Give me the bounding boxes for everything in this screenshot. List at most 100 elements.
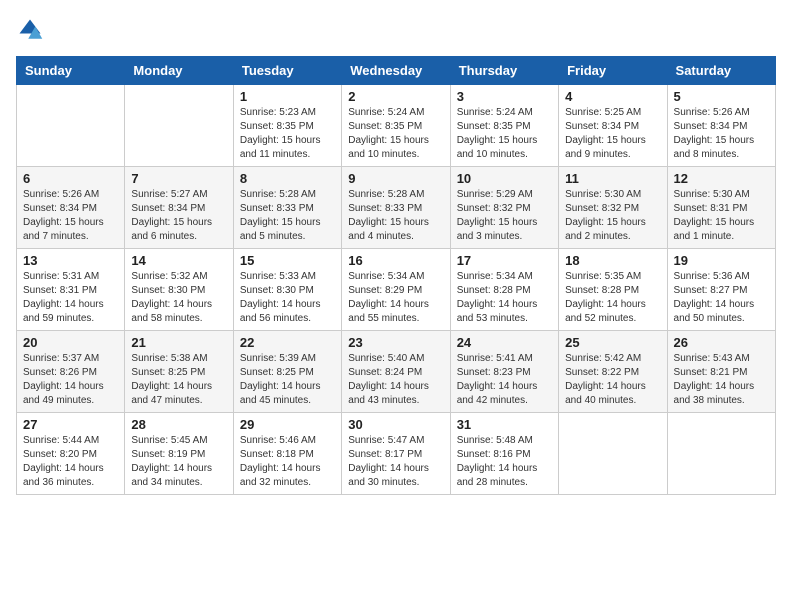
day-number: 26: [674, 335, 769, 350]
calendar-cell: 24Sunrise: 5:41 AMSunset: 8:23 PMDayligh…: [450, 331, 558, 413]
day-number: 13: [23, 253, 118, 268]
day-number: 2: [348, 89, 443, 104]
calendar-cell: 14 Sunrise: 5:32 AMSunset: 8:30 PMDayligh…: [125, 249, 233, 331]
day-number: 12: [674, 171, 769, 186]
day-number: 15: [240, 253, 335, 268]
day-info: Sunrise: 5:48 AMSunset: 8:16 PMDaylight:…: [457, 434, 552, 490]
page-header: [16, 16, 776, 44]
day-number: 25: [565, 335, 660, 350]
day-info: Sunrise: 5:42 AMSunset: 8:22 PMDaylight:…: [565, 352, 660, 408]
calendar-cell: 7 Sunrise: 5:27 AMSunset: 8:34 PMDaylight…: [125, 167, 233, 249]
calendar-cell: 20 Sunrise: 5:37 AMSunset: 8:26 PMDayligh…: [17, 331, 125, 413]
day-info: Sunrise: 5:25 AMSunset: 8:34 PMDaylight:…: [565, 106, 660, 162]
day-info: Sunrise: 5:36 AMSunset: 8:27 PMDaylight:…: [674, 270, 769, 326]
calendar-cell: 13 Sunrise: 5:31 AMSunset: 8:31 PMDayligh…: [17, 249, 125, 331]
day-number: 28: [131, 417, 226, 432]
day-info: Sunrise: 5:34 AMSunset: 8:28 PMDaylight:…: [457, 270, 552, 326]
calendar-cell: 2Sunrise: 5:24 AMSunset: 8:35 PMDaylight…: [342, 85, 450, 167]
calendar-cell: 18 Sunrise: 5:35 AMSunset: 8:28 PMDayligh…: [559, 249, 667, 331]
day-number: 18: [565, 253, 660, 268]
calendar-cell: 11 Sunrise: 5:30 AMSunset: 8:32 PMDayligh…: [559, 167, 667, 249]
day-info: Sunrise: 5:28 AMSunset: 8:33 PMDaylight:…: [240, 188, 335, 244]
day-info: Sunrise: 5:46 AMSunset: 8:18 PMDaylight:…: [240, 434, 335, 490]
day-info: Sunrise: 5:47 AMSunset: 8:17 PMDaylight:…: [348, 434, 443, 490]
calendar-cell: 3 Sunrise: 5:24 AMSunset: 8:35 PMDaylight…: [450, 85, 558, 167]
day-number: 1: [240, 89, 335, 104]
day-info: Sunrise: 5:33 AMSunset: 8:30 PMDaylight:…: [240, 270, 335, 326]
calendar-cell: 23 Sunrise: 5:40 AMSunset: 8:24 PMDayligh…: [342, 331, 450, 413]
day-number: 21: [131, 335, 226, 350]
calendar-week-row: 6 Sunrise: 5:26 AMSunset: 8:34 PMDaylight…: [17, 167, 776, 249]
day-number: 9: [348, 171, 443, 186]
day-number: 10: [457, 171, 552, 186]
day-info: Sunrise: 5:29 AMSunset: 8:32 PMDaylight:…: [457, 188, 552, 244]
day-info: Sunrise: 5:26 AMSunset: 8:34 PMDaylight:…: [674, 106, 769, 162]
day-number: 20: [23, 335, 118, 350]
day-info: Sunrise: 5:37 AMSunset: 8:26 PMDaylight:…: [23, 352, 118, 408]
calendar-cell: 25 Sunrise: 5:42 AMSunset: 8:22 PMDayligh…: [559, 331, 667, 413]
day-info: Sunrise: 5:38 AMSunset: 8:25 PMDaylight:…: [131, 352, 226, 408]
day-info: Sunrise: 5:30 AMSunset: 8:31 PMDaylight:…: [674, 188, 769, 244]
day-number: 30: [348, 417, 443, 432]
day-info: Sunrise: 5:45 AMSunset: 8:19 PMDaylight:…: [131, 434, 226, 490]
calendar-weekday-thursday: Thursday: [450, 57, 558, 85]
day-info: Sunrise: 5:40 AMSunset: 8:24 PMDaylight:…: [348, 352, 443, 408]
day-info: Sunrise: 5:23 AMSunset: 8:35 PMDaylight:…: [240, 106, 335, 162]
calendar-weekday-sunday: Sunday: [17, 57, 125, 85]
calendar-cell: 15 Sunrise: 5:33 AMSunset: 8:30 PMDayligh…: [233, 249, 341, 331]
day-info: Sunrise: 5:30 AMSunset: 8:32 PMDaylight:…: [565, 188, 660, 244]
calendar-cell: 4Sunrise: 5:25 AMSunset: 8:34 PMDaylight…: [559, 85, 667, 167]
day-number: 22: [240, 335, 335, 350]
calendar-cell: 30 Sunrise: 5:47 AMSunset: 8:17 PMDayligh…: [342, 413, 450, 495]
day-info: Sunrise: 5:26 AMSunset: 8:34 PMDaylight:…: [23, 188, 118, 244]
day-info: Sunrise: 5:27 AMSunset: 8:34 PMDaylight:…: [131, 188, 226, 244]
day-info: Sunrise: 5:43 AMSunset: 8:21 PMDaylight:…: [674, 352, 769, 408]
calendar-cell: [17, 85, 125, 167]
calendar-week-row: 20 Sunrise: 5:37 AMSunset: 8:26 PMDayligh…: [17, 331, 776, 413]
calendar-cell: 10 Sunrise: 5:29 AMSunset: 8:32 PMDayligh…: [450, 167, 558, 249]
day-info: Sunrise: 5:24 AMSunset: 8:35 PMDaylight:…: [457, 106, 552, 162]
day-number: 29: [240, 417, 335, 432]
calendar-cell: 19 Sunrise: 5:36 AMSunset: 8:27 PMDayligh…: [667, 249, 775, 331]
calendar-weekday-friday: Friday: [559, 57, 667, 85]
calendar-cell: 21 Sunrise: 5:38 AMSunset: 8:25 PMDayligh…: [125, 331, 233, 413]
day-info: Sunrise: 5:44 AMSunset: 8:20 PMDaylight:…: [23, 434, 118, 490]
logo-icon: [16, 16, 44, 44]
logo: [16, 16, 48, 44]
day-number: 31: [457, 417, 552, 432]
day-number: 14: [131, 253, 226, 268]
calendar-cell: 5Sunrise: 5:26 AMSunset: 8:34 PMDaylight…: [667, 85, 775, 167]
day-number: 24: [457, 335, 552, 350]
day-number: 11: [565, 171, 660, 186]
calendar-weekday-monday: Monday: [125, 57, 233, 85]
day-number: 17: [457, 253, 552, 268]
day-number: 6: [23, 171, 118, 186]
calendar-header-row: SundayMondayTuesdayWednesdayThursdayFrid…: [17, 57, 776, 85]
day-info: Sunrise: 5:34 AMSunset: 8:29 PMDaylight:…: [348, 270, 443, 326]
calendar-cell: 16Sunrise: 5:34 AMSunset: 8:29 PMDayligh…: [342, 249, 450, 331]
day-number: 19: [674, 253, 769, 268]
day-info: Sunrise: 5:32 AMSunset: 8:30 PMDaylight:…: [131, 270, 226, 326]
day-number: 7: [131, 171, 226, 186]
day-number: 3: [457, 89, 552, 104]
day-info: Sunrise: 5:35 AMSunset: 8:28 PMDaylight:…: [565, 270, 660, 326]
day-info: Sunrise: 5:28 AMSunset: 8:33 PMDaylight:…: [348, 188, 443, 244]
calendar-cell: [667, 413, 775, 495]
calendar-weekday-saturday: Saturday: [667, 57, 775, 85]
calendar-cell: 17 Sunrise: 5:34 AMSunset: 8:28 PMDayligh…: [450, 249, 558, 331]
calendar-cell: 9 Sunrise: 5:28 AMSunset: 8:33 PMDaylight…: [342, 167, 450, 249]
calendar-cell: 26 Sunrise: 5:43 AMSunset: 8:21 PMDayligh…: [667, 331, 775, 413]
day-number: 8: [240, 171, 335, 186]
day-number: 27: [23, 417, 118, 432]
calendar-table: SundayMondayTuesdayWednesdayThursdayFrid…: [16, 56, 776, 495]
day-info: Sunrise: 5:31 AMSunset: 8:31 PMDaylight:…: [23, 270, 118, 326]
calendar-week-row: 1 Sunrise: 5:23 AMSunset: 8:35 PMDaylight…: [17, 85, 776, 167]
calendar-cell: 6 Sunrise: 5:26 AMSunset: 8:34 PMDaylight…: [17, 167, 125, 249]
calendar-cell: 1 Sunrise: 5:23 AMSunset: 8:35 PMDaylight…: [233, 85, 341, 167]
day-number: 23: [348, 335, 443, 350]
calendar-cell: [125, 85, 233, 167]
calendar-weekday-tuesday: Tuesday: [233, 57, 341, 85]
calendar-cell: 31 Sunrise: 5:48 AMSunset: 8:16 PMDayligh…: [450, 413, 558, 495]
calendar-cell: 29 Sunrise: 5:46 AMSunset: 8:18 PMDayligh…: [233, 413, 341, 495]
calendar-cell: [559, 413, 667, 495]
